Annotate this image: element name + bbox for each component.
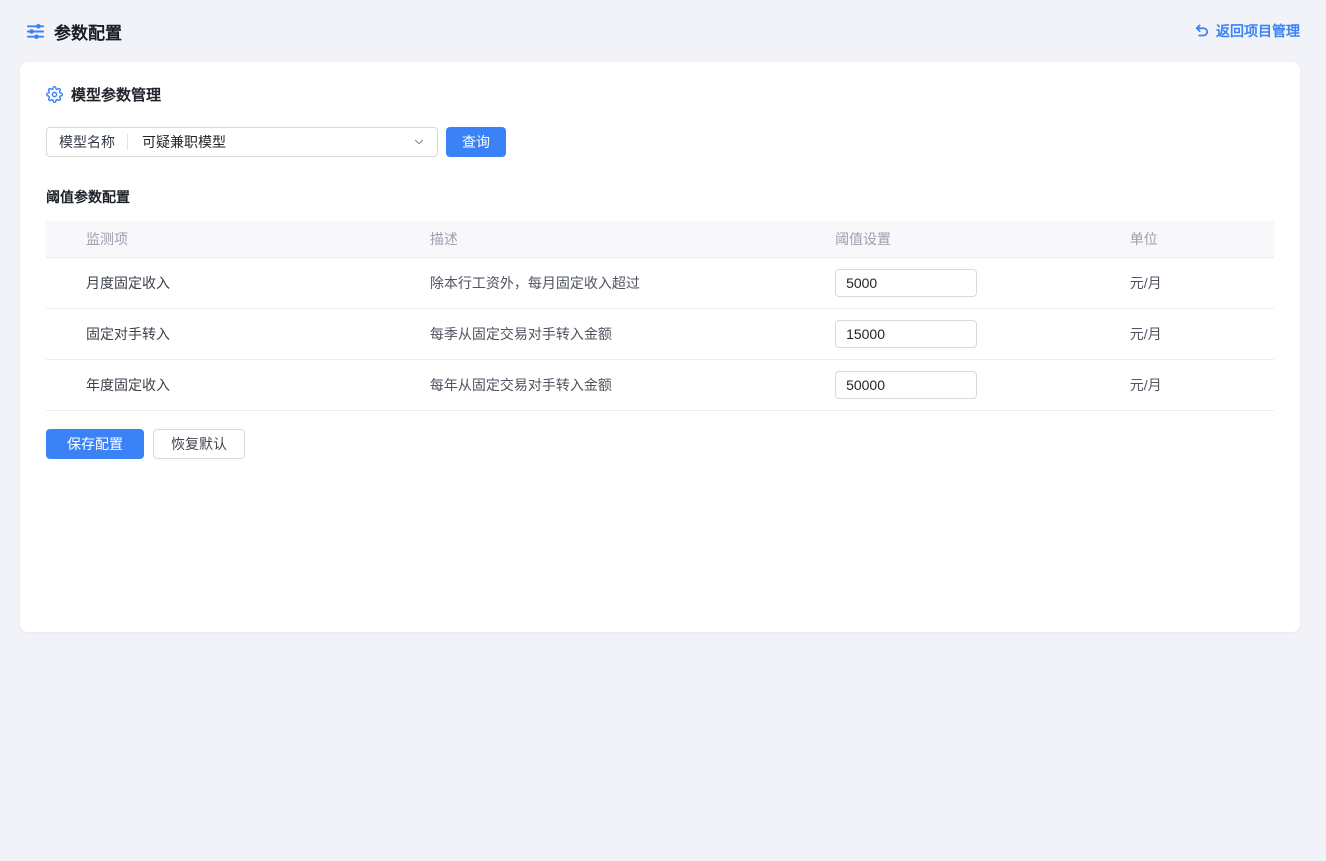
back-to-project-link[interactable]: 返回项目管理: [1194, 21, 1300, 41]
cell-item: 固定对手转入: [46, 308, 390, 359]
cell-threshold: [795, 257, 1090, 308]
table-row: 年度固定收入 每年从固定交易对手转入金额 元/月: [46, 359, 1274, 410]
form-actions: 保存配置 恢复默认: [46, 429, 1274, 459]
threshold-section-title: 阈值参数配置: [46, 187, 1274, 207]
back-link-label: 返回项目管理: [1216, 21, 1300, 41]
chevron-down-icon: [412, 135, 426, 149]
model-select-label: 模型名称: [47, 132, 127, 152]
panel-title: 模型参数管理: [71, 84, 161, 105]
threshold-input-quarterly[interactable]: [835, 320, 977, 348]
model-name-select[interactable]: 模型名称 可疑兼职模型: [46, 127, 438, 157]
table-row: 固定对手转入 每季从固定交易对手转入金额 元/月: [46, 308, 1274, 359]
cell-threshold: [795, 359, 1090, 410]
threshold-input-monthly[interactable]: [835, 269, 977, 297]
sliders-icon: [26, 22, 45, 41]
cell-unit: 元/月: [1090, 257, 1274, 308]
threshold-input-yearly[interactable]: [835, 371, 977, 399]
content-card: 模型参数管理 模型名称 可疑兼职模型 查询 阈值参数配置 监测项 描述 阈值设置…: [20, 62, 1300, 632]
model-select-value: 可疑兼职模型: [128, 132, 412, 152]
cell-item: 月度固定收入: [46, 257, 390, 308]
cell-unit: 元/月: [1090, 308, 1274, 359]
page-header: 参数配置 返回项目管理: [0, 0, 1326, 62]
column-header-threshold: 阈值设置: [795, 221, 1090, 257]
query-button[interactable]: 查询: [446, 127, 506, 157]
panel-header: 模型参数管理: [46, 84, 1274, 105]
page-title: 参数配置: [54, 19, 122, 44]
undo-icon: [1194, 24, 1209, 38]
cell-unit: 元/月: [1090, 359, 1274, 410]
cell-desc: 除本行工资外，每月固定收入超过: [390, 257, 795, 308]
column-header-item: 监测项: [46, 221, 390, 257]
table-row: 月度固定收入 除本行工资外，每月固定收入超过 元/月: [46, 257, 1274, 308]
cell-item: 年度固定收入: [46, 359, 390, 410]
reset-button[interactable]: 恢复默认: [153, 429, 245, 459]
cell-desc: 每年从固定交易对手转入金额: [390, 359, 795, 410]
query-form-row: 模型名称 可疑兼职模型 查询: [46, 127, 1274, 157]
gear-icon: [46, 86, 63, 103]
threshold-table: 监测项 描述 阈值设置 单位 月度固定收入 除本行工资外，每月固定收入超过 元/…: [46, 221, 1274, 411]
cell-desc: 每季从固定交易对手转入金额: [390, 308, 795, 359]
table-header-row: 监测项 描述 阈值设置 单位: [46, 221, 1274, 257]
cell-threshold: [795, 308, 1090, 359]
column-header-unit: 单位: [1090, 221, 1274, 257]
save-button[interactable]: 保存配置: [46, 429, 144, 459]
column-header-desc: 描述: [390, 221, 795, 257]
